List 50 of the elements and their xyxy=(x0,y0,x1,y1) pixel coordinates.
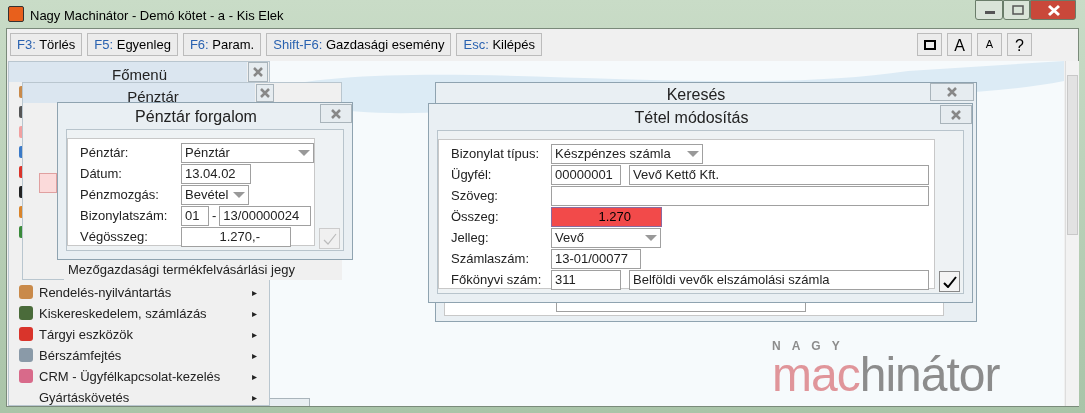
window-title: Nagy Machinátor - Demó kötet - a - Kis Elek xyxy=(30,7,284,25)
panel-title: Pénztár xyxy=(126,87,180,107)
dropdown[interactable]: Bevétel xyxy=(181,185,249,205)
menu-item[interactable]: Bérszámfejtés ▸ xyxy=(39,345,259,366)
dropdown[interactable]: Készpénzes számla xyxy=(551,144,703,164)
toolbar-button[interactable]: ? xyxy=(1007,33,1032,56)
input-field[interactable]: 311 xyxy=(551,270,621,290)
toolbar-button[interactable]: Shift-F6: Gazdasági esemény xyxy=(266,33,452,56)
field-label: Bizonylat típus: xyxy=(451,145,541,164)
field-label: Számlaszám: xyxy=(451,250,531,269)
menu-item[interactable]: Mezőgazdasági termékfelvásárlási jegy xyxy=(64,258,342,280)
field-label: Végösszeg: xyxy=(80,228,149,247)
logo-text: machinátor xyxy=(772,352,1000,398)
input-field[interactable]: Belföldi vevők elszámolási számla xyxy=(629,270,929,290)
input-field[interactable]: 13.04.02 xyxy=(181,164,251,184)
toolbar-button[interactable]: A xyxy=(977,33,1002,56)
input-field[interactable]: 13-01/00077 xyxy=(551,249,641,269)
input-field[interactable]: 1.270,- xyxy=(181,227,291,247)
field-label: Jelleg: xyxy=(451,229,490,248)
dropdown[interactable]: Pénztár xyxy=(181,143,314,163)
menu-item[interactable]: CRM - Ügyfélkapcsolat-kezelés ▸ xyxy=(39,366,259,387)
field-label: Szöveg: xyxy=(451,187,499,206)
input-field[interactable]: Vevő Kettő Kft. xyxy=(629,165,929,185)
menu-item[interactable]: Kiskereskedelem, számlázás ▸ xyxy=(39,303,259,324)
field-label: Összeg: xyxy=(451,208,500,227)
input-field[interactable]: 1.270 xyxy=(551,207,662,227)
dialog-title: Pénztár forgalom xyxy=(134,107,258,127)
logo-caption: NAGY xyxy=(772,340,852,352)
toolbar-button[interactable]: A xyxy=(947,33,972,56)
panel-title: Főmenü xyxy=(111,65,168,85)
menu-item[interactable]: Tárgyi eszközök ▸ xyxy=(39,324,259,345)
toolbar-button[interactable]: F5: Egyenleg xyxy=(87,33,178,56)
field-label: Főkönyvi szám: xyxy=(451,271,543,290)
input-field[interactable]: 00000001 xyxy=(551,165,621,185)
dropdown[interactable]: Vevő xyxy=(551,228,661,248)
dialog-title: Tétel módosítás xyxy=(633,108,750,128)
field-label: Ügyfél: xyxy=(451,166,493,185)
toolbar-button[interactable]: F3: Törlés xyxy=(10,33,83,56)
dialog-title: Keresés xyxy=(665,86,727,103)
separator: - xyxy=(211,207,218,226)
menu-item[interactable]: Rendelés-nyilvántartás ▸ xyxy=(39,282,259,303)
input-field[interactable]: 01 xyxy=(181,206,209,226)
toolbar-button[interactable]: Esc: Kilépés xyxy=(456,33,543,56)
input-field[interactable]: 13/00000024 xyxy=(219,206,312,226)
field-label: Pénzmozgás: xyxy=(80,186,160,205)
menu-item[interactable]: Gyártáskövetés ▸ xyxy=(39,387,259,406)
field-label: Dátum: xyxy=(80,165,123,184)
toolbar-button[interactable]: F6: Param. xyxy=(182,33,262,56)
field-label: Bizonylatszám: xyxy=(80,207,169,226)
field-label: Pénztár: xyxy=(80,144,130,163)
